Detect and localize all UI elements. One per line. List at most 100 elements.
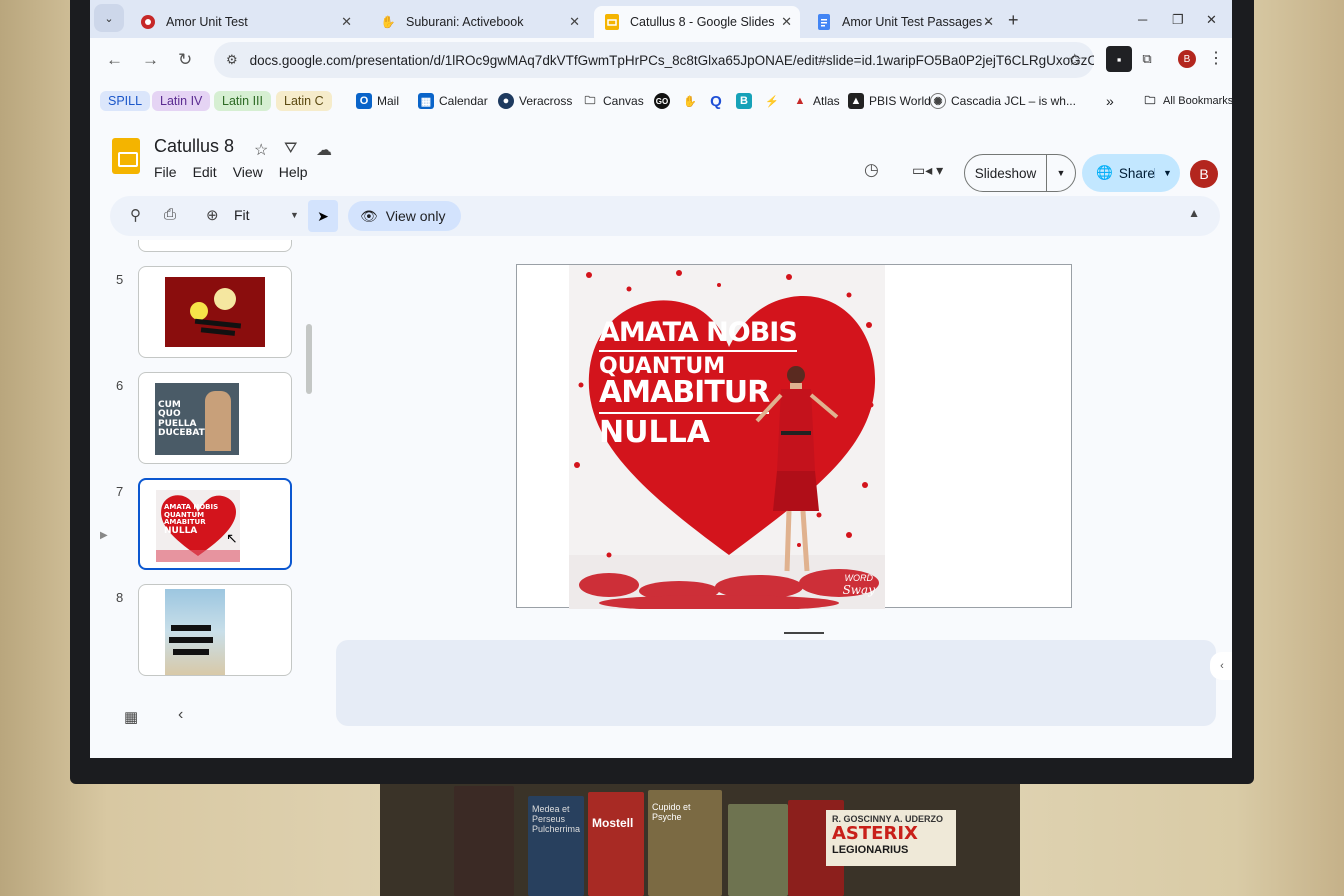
search-icon[interactable]: ⚲ — [130, 206, 141, 224]
speaker-notes[interactable] — [336, 640, 1216, 726]
woman-figure — [755, 366, 839, 572]
slides-icon — [604, 14, 620, 30]
grid-view-icon[interactable]: ▦ — [124, 708, 138, 726]
all-bookmarks[interactable]: 🗀 All Bookmarks — [1142, 90, 1233, 112]
browser-toolbar: ← → ↻ ⚙ docs.google.com/presentation/d/1… — [90, 38, 1232, 82]
filmstrip-scrollbar[interactable] — [306, 324, 312, 394]
close-window-icon[interactable]: ✕ — [1206, 12, 1217, 28]
account-avatar[interactable]: B — [1190, 160, 1218, 188]
version-history-icon[interactable]: ◷ — [864, 160, 879, 180]
more-menu-icon[interactable]: ⋮ — [1208, 48, 1224, 68]
tab-catullus-8[interactable]: Catullus 8 - Google Slides ✕ — [594, 6, 800, 38]
wordsway-watermark: WORD Sway — [842, 572, 875, 597]
zoom-value[interactable]: Fit — [234, 207, 250, 223]
book: Cupido et Psyche — [648, 790, 722, 896]
meet-video-icon[interactable]: ▭◂ ▾ — [912, 162, 943, 179]
close-icon[interactable]: ✕ — [983, 14, 994, 30]
minimize-icon[interactable]: ─ — [1138, 12, 1147, 27]
thumbnail-row: 5 — [110, 266, 310, 362]
doc-title[interactable]: Catullus 8 — [154, 136, 234, 157]
go-icon: GO — [654, 93, 670, 109]
bookmark-cascadia-jcl[interactable]: ✺ Cascadia JCL – is wh... — [930, 90, 1076, 112]
bookmark-veracross[interactable]: ● Veracross — [498, 90, 572, 112]
share-button[interactable]: 🌐 Share ▼ — [1082, 154, 1180, 192]
bookmark-pbis[interactable]: ▲ PBIS World — [848, 90, 931, 112]
book — [728, 804, 788, 896]
profile-avatar[interactable]: B — [1178, 50, 1196, 68]
reload-icon[interactable]: ↻ — [178, 50, 192, 70]
bookmark-b[interactable]: B — [736, 90, 757, 112]
bookmark-calendar[interactable]: ▦ Calendar — [418, 90, 488, 112]
thumbnail-slide-6[interactable]: CUM QUO PUELLA DUCEBAT — [138, 372, 292, 464]
slide-canvas[interactable]: AMATA NOBIS QUANTUM AMABITUR NULLA WORD … — [516, 264, 1072, 609]
tab-suburani[interactable]: ✋ Suburani: Activebook ✕ — [370, 6, 588, 38]
close-icon[interactable]: ✕ — [341, 14, 352, 30]
outlook-icon: O — [356, 93, 372, 109]
book: Mostell — [588, 792, 644, 896]
chevron-down-icon[interactable]: ▼ — [1047, 168, 1075, 178]
menu-file[interactable]: File — [154, 164, 177, 180]
bookmark-mail[interactable]: O Mail — [356, 90, 399, 112]
bookmarks-overflow[interactable]: » — [1106, 90, 1114, 112]
expand-panel-icon[interactable]: ▶ — [100, 530, 108, 541]
close-icon[interactable]: ✕ — [569, 14, 580, 30]
hand-icon: ✋ — [683, 95, 697, 108]
bookmark-canvas[interactable]: 🗀 Canvas — [582, 90, 644, 112]
back-icon[interactable]: ← — [106, 50, 123, 70]
move-to-drive-icon[interactable]: ⛛ — [284, 140, 297, 158]
bookmark-q[interactable]: Q — [708, 90, 729, 112]
menu-help[interactable]: Help — [279, 164, 308, 180]
bookmark-latin-iv[interactable]: Latin IV — [152, 90, 211, 112]
bookmark-go[interactable]: GO — [654, 90, 675, 112]
forward-icon[interactable]: → — [142, 50, 159, 70]
thumbnail-row: 8 — [110, 584, 310, 680]
bookmark-latin-iii[interactable]: Latin III — [214, 90, 271, 112]
tab-amor-unit-test[interactable]: Amor Unit Test ✕ — [130, 6, 360, 38]
bookmark-hand[interactable]: ✋ — [682, 90, 703, 112]
menu-edit[interactable]: Edit — [193, 164, 217, 180]
collapse-filmstrip-icon[interactable]: ‹ — [178, 706, 183, 724]
thumbnail-slide-5[interactable] — [138, 266, 292, 358]
site-info-icon[interactable]: ⚙ — [226, 52, 238, 68]
puzzle-icon[interactable]: ⧉ — [1134, 46, 1160, 72]
view-only-mode-button[interactable]: 👁 View only — [348, 201, 462, 231]
extension-icon[interactable]: ▪ — [1106, 46, 1132, 72]
select-pointer-button[interactable]: ➤ — [308, 200, 338, 232]
print-icon[interactable]: ⎙ — [164, 206, 176, 223]
menu-bar: File Edit View Help — [154, 164, 308, 180]
tab-search-button[interactable]: ⌄ — [94, 4, 124, 32]
star-icon[interactable]: ☆ — [254, 140, 268, 160]
slides-logo[interactable] — [112, 138, 140, 174]
cloud-status-icon[interactable]: ☁ — [316, 140, 332, 160]
chevron-down-icon[interactable]: ▼ — [1154, 168, 1180, 178]
bookmark-bolt[interactable]: ⚡ — [764, 90, 785, 112]
hand-icon: ✋ — [380, 15, 396, 29]
tab-amor-passages[interactable]: Amor Unit Test Passages - Goog ✕ — [806, 6, 1002, 38]
thumbnail-slide-7[interactable]: AMATA NOBIS QUANTUM AMABITUR NULLA ↖ — [138, 478, 292, 570]
zoom-icon[interactable]: ⊕ — [206, 206, 219, 224]
close-icon[interactable]: ✕ — [781, 14, 792, 30]
thumbnail-prev[interactable] — [138, 240, 292, 252]
cursor-icon: ➤ — [317, 207, 329, 224]
thumbnail-slide-8[interactable] — [138, 584, 292, 676]
slideshow-button[interactable]: Slideshow ▼ — [964, 154, 1076, 192]
slide-line-3: AMABITUR — [599, 378, 770, 414]
chevron-up-icon[interactable]: ▲ — [1188, 206, 1200, 220]
chevron-left-icon[interactable]: ‹ — [1210, 652, 1232, 680]
filmstrip: 5 6 CUM QUO PUELLA DUCEBAT 7 AMATA NOBIS… — [110, 240, 310, 680]
slide-image: AMATA NOBIS QUANTUM AMABITUR NULLA WORD … — [569, 265, 885, 609]
menu-view[interactable]: View — [233, 164, 263, 180]
bookmark-star-icon[interactable]: ☆ — [1068, 50, 1082, 70]
bookmark-spill[interactable]: SPILL — [100, 90, 151, 112]
bookmark-latin-c[interactable]: Latin C — [276, 90, 332, 112]
restore-icon[interactable]: ❐ — [1172, 12, 1184, 28]
speaker-notes-handle[interactable] — [784, 632, 824, 634]
bookmark-atlas[interactable]: ▲ Atlas — [792, 90, 840, 112]
slide-line-1: AMATA NOBIS — [599, 319, 798, 352]
address-bar[interactable]: ⚙ docs.google.com/presentation/d/1lROc9g… — [214, 42, 1094, 78]
new-tab-button[interactable]: + — [1008, 10, 1019, 31]
docs-icon — [816, 14, 832, 30]
globe-icon: 🌐 — [1096, 165, 1113, 180]
q-icon: Q — [710, 92, 722, 110]
chevron-down-icon[interactable]: ▼ — [290, 210, 299, 220]
